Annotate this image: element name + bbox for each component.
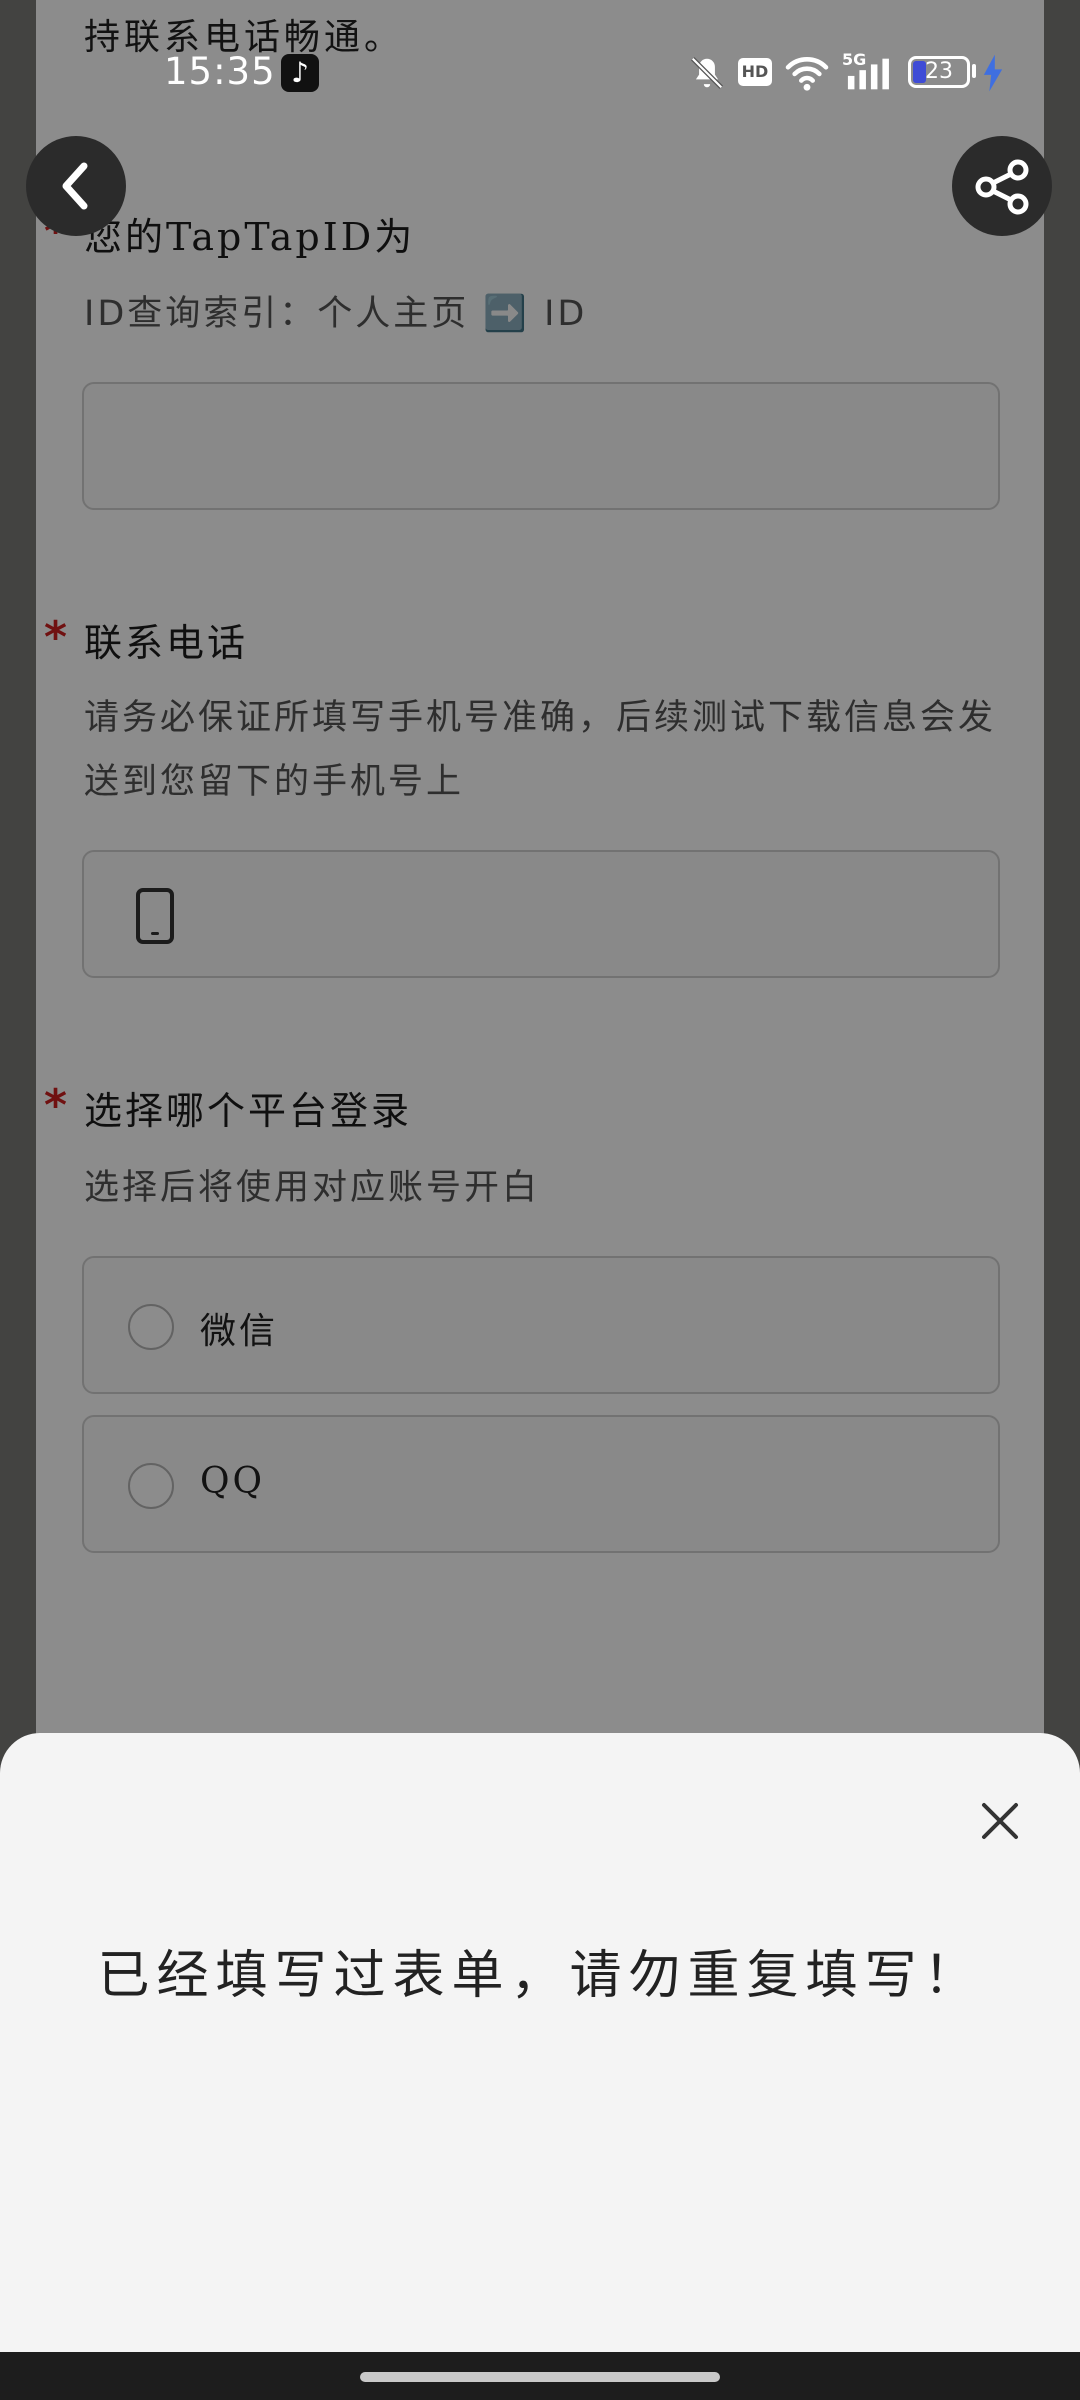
bolt-icon	[983, 54, 1003, 92]
sheet-message: 已经填写过表单，请勿重复填写！	[97, 1946, 983, 2006]
home-gesture-handle[interactable]	[360, 2372, 720, 2382]
share-button[interactable]	[952, 136, 1052, 236]
wifi-icon	[785, 57, 829, 91]
signal-icon	[847, 58, 889, 90]
battery-indicator: 23	[908, 56, 970, 88]
tiktok-icon: ♪	[281, 54, 319, 92]
system-nav-bar	[0, 2352, 1080, 2400]
share-icon	[975, 159, 1029, 215]
close-icon[interactable]	[972, 1793, 1028, 1849]
battery-nub	[972, 64, 976, 78]
hd-badge: HD	[738, 58, 772, 86]
battery-percent: 23	[925, 59, 953, 84]
clock: 15:35	[164, 50, 276, 93]
status-bar: 15:35 ♪ HD 5G 23	[0, 0, 1080, 140]
chevron-left-icon	[62, 162, 88, 210]
bell-off-icon	[691, 57, 723, 89]
bottom-sheet: 已经填写过表单，请勿重复填写！	[0, 1733, 1080, 2352]
back-button[interactable]	[26, 136, 126, 236]
